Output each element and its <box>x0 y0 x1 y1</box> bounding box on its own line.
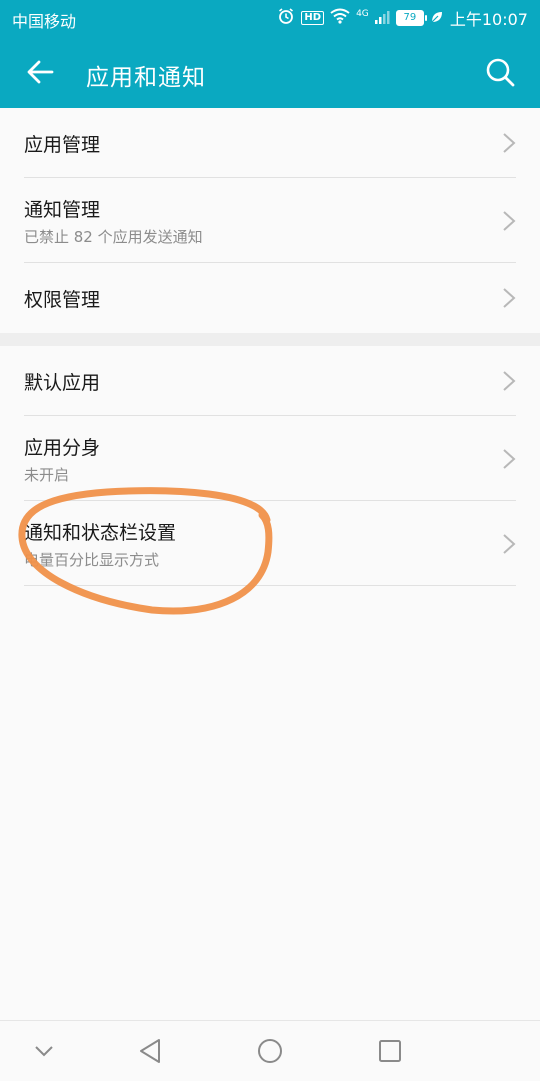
chevron-right-icon <box>503 371 516 391</box>
section-divider <box>0 333 540 346</box>
item-subtitle: 电量百分比显示方式 <box>24 551 160 569</box>
arrow-left-icon <box>27 60 54 84</box>
hd-icon: HD <box>301 11 325 25</box>
chevron-down-icon <box>35 1046 53 1057</box>
nav-back-button[interactable] <box>134 1035 166 1067</box>
item-title: 通知和状态栏设置 <box>24 522 177 544</box>
item-subtitle: 未开启 <box>24 466 70 484</box>
battery-icon: 79 <box>395 10 427 26</box>
search-icon <box>486 58 515 87</box>
item-title: 权限管理 <box>24 289 101 311</box>
wifi-icon <box>330 8 350 28</box>
system-nav-bar <box>0 1020 540 1081</box>
chevron-right-icon <box>503 534 516 554</box>
status-bar: 中国移动 HD 4G 79 上午10:07 <box>0 0 540 36</box>
status-icons: HD 4G 79 上午10:07 <box>277 7 528 29</box>
nav-home-button[interactable] <box>254 1035 286 1067</box>
back-triangle-icon <box>140 1039 160 1063</box>
permission-management-item[interactable]: 权限管理 <box>24 263 516 333</box>
settings-group-2: 默认应用 应用分身 未开启 通知和状态栏设置 电量百分比显示方式 <box>0 346 540 586</box>
chevron-right-icon <box>503 133 516 153</box>
page-title: 应用和通知 <box>86 65 206 91</box>
carrier-label: 中国移动 <box>12 12 77 31</box>
app-toolbar: 应用和通知 <box>0 36 540 108</box>
notification-statusbar-settings-item[interactable]: 通知和状态栏设置 电量百分比显示方式 <box>24 501 516 586</box>
settings-list: 应用管理 通知管理 已禁止 82 个应用发送通知 权限管理 默认应用 应用分身 … <box>0 108 540 586</box>
leaf-icon <box>430 9 444 28</box>
chevron-right-icon <box>503 211 516 231</box>
search-button[interactable] <box>480 52 520 92</box>
chevron-right-icon <box>503 449 516 469</box>
back-button[interactable] <box>20 52 60 92</box>
alarm-icon <box>277 7 295 29</box>
item-title: 应用管理 <box>24 134 101 156</box>
home-circle-icon <box>258 1039 282 1063</box>
item-subtitle: 已禁止 82 个应用发送通知 <box>24 228 203 246</box>
default-apps-item[interactable]: 默认应用 <box>24 346 516 416</box>
nav-recents-button[interactable] <box>374 1035 406 1067</box>
signal-icon: 4G <box>356 9 390 28</box>
recents-square-icon <box>379 1040 401 1062</box>
item-title: 默认应用 <box>24 372 101 394</box>
app-management-item[interactable]: 应用管理 <box>24 108 516 178</box>
settings-group-1: 应用管理 通知管理 已禁止 82 个应用发送通知 权限管理 <box>0 108 540 333</box>
item-title: 通知管理 <box>24 199 101 221</box>
network-type-label: 4G <box>356 8 369 19</box>
notification-management-item[interactable]: 通知管理 已禁止 82 个应用发送通知 <box>24 178 516 263</box>
clock-time: 上午10:07 <box>449 10 528 29</box>
chevron-right-icon <box>503 288 516 308</box>
hide-nav-button[interactable] <box>28 1035 60 1067</box>
item-title: 应用分身 <box>24 437 101 459</box>
app-twin-item[interactable]: 应用分身 未开启 <box>24 416 516 501</box>
